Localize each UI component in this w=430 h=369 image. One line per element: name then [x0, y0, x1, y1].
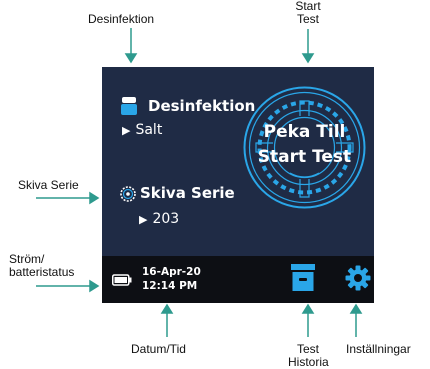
- disc-icon: [120, 186, 136, 202]
- disc-series-value-row: ▶ 203: [139, 211, 179, 227]
- date-time-display[interactable]: 16-Apr-20 12:14 PM: [142, 265, 201, 293]
- screen-main: Desinfektion ▶ Salt Skiva Serie ▶ 203 Pe…: [102, 67, 374, 256]
- disinfection-value-row: ▶ Salt: [122, 122, 162, 138]
- test-history-button[interactable]: [290, 263, 316, 293]
- arrow-desinfektion: [124, 28, 138, 64]
- date-text: 16-Apr-20: [142, 266, 201, 278]
- disc-series-label: Skiva Serie: [140, 184, 235, 202]
- arrow-datum-tid: [160, 303, 174, 337]
- gear-icon: [345, 265, 371, 291]
- test-history-box-icon: [291, 264, 315, 291]
- settings-button[interactable]: [343, 263, 373, 293]
- battery-icon: [112, 274, 132, 286]
- start-test-line2: Start Test: [257, 147, 352, 167]
- disc-series-section[interactable]: Skiva Serie ▶ 203: [114, 183, 246, 231]
- arrow-start-test: [301, 29, 315, 64]
- start-test-label: Peka Till Start Test: [242, 120, 367, 170]
- disinfection-value: Salt: [135, 122, 163, 138]
- play-arrow-icon: ▶: [139, 213, 148, 226]
- start-test-button[interactable]: Peka Till Start Test: [242, 85, 367, 210]
- arrow-strom: [36, 279, 100, 293]
- disinfection-label: Desinfektion: [148, 97, 256, 115]
- start-test-line1: Peka Till: [263, 122, 346, 142]
- arrow-test-historia: [301, 303, 315, 337]
- time-text: 12:14 PM: [142, 280, 198, 292]
- play-arrow-icon: ▶: [122, 124, 131, 137]
- status-bar: 16-Apr-20 12:14 PM: [102, 256, 374, 303]
- device-screen: Desinfektion ▶ Salt Skiva Serie ▶ 203 Pe…: [102, 67, 374, 303]
- disinfectant-bottle-icon: [121, 97, 137, 115]
- disc-series-value: 203: [152, 211, 180, 227]
- arrow-skiva-serie: [36, 191, 100, 205]
- arrow-installningar: [349, 303, 363, 337]
- disinfection-section[interactable]: Desinfektion ▶ Salt: [114, 93, 255, 141]
